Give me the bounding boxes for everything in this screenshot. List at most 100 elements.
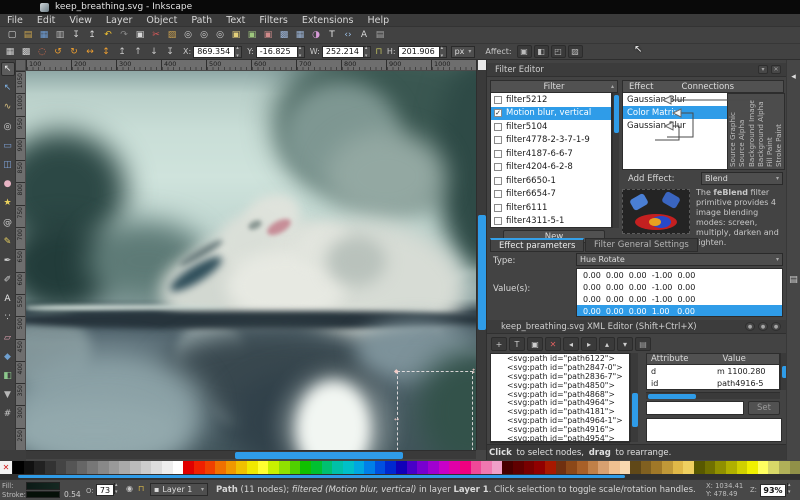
palette-swatch[interactable] bbox=[576, 461, 588, 474]
palette-swatch[interactable] bbox=[108, 461, 120, 474]
palette-swatch[interactable] bbox=[268, 461, 280, 474]
ellipse-tool-icon[interactable]: ● bbox=[1, 177, 15, 191]
copy-icon[interactable]: ▣ bbox=[133, 29, 147, 42]
xml-node[interactable]: <svg:path id="path4850"> bbox=[491, 381, 629, 390]
swatches-dialog-icon[interactable]: ▤ bbox=[787, 273, 800, 286]
fill-swatch[interactable] bbox=[26, 482, 60, 490]
dropper-tool-icon[interactable]: ▼ bbox=[1, 388, 15, 402]
palette-swatch[interactable] bbox=[768, 461, 780, 474]
palette-swatch[interactable] bbox=[34, 461, 45, 474]
group-icon[interactable]: ▩ bbox=[277, 29, 291, 42]
palette-swatch[interactable] bbox=[672, 461, 684, 474]
palette-swatch[interactable] bbox=[608, 461, 620, 474]
text-tool-icon[interactable]: A bbox=[1, 292, 15, 306]
filter-list-item[interactable]: filter6111 bbox=[491, 201, 611, 215]
gradient-tool-icon[interactable]: ◧ bbox=[1, 369, 15, 383]
attribute-value-textarea[interactable] bbox=[646, 418, 782, 442]
palette-swatch[interactable] bbox=[459, 461, 471, 474]
palette-swatch[interactable] bbox=[342, 461, 354, 474]
palette-swatch[interactable] bbox=[587, 461, 599, 474]
palette-swatch[interactable] bbox=[491, 461, 503, 474]
ruler-toggle-button[interactable] bbox=[478, 60, 486, 70]
dock-close-icon[interactable]: ● bbox=[771, 322, 781, 331]
node-tool-icon[interactable]: ↖ bbox=[1, 81, 15, 95]
duplicate-icon[interactable]: ▣ bbox=[229, 29, 243, 42]
palette-swatch[interactable] bbox=[449, 461, 460, 474]
palette-swatch[interactable] bbox=[427, 461, 439, 474]
xml-tree-vscrollbar[interactable] bbox=[630, 353, 638, 442]
menu-item[interactable]: File bbox=[0, 15, 30, 26]
selection-marquee[interactable]: ◆ ↕ ↔ ◆ bbox=[394, 368, 476, 450]
spiral-tool-icon[interactable]: @ bbox=[1, 216, 15, 230]
menu-item[interactable]: Object bbox=[139, 15, 184, 26]
tab-filter-general-settings[interactable]: Filter General Settings bbox=[585, 238, 698, 252]
flip-vertical-icon[interactable]: ↕ bbox=[99, 45, 113, 58]
move-node-up-icon[interactable]: ▴ bbox=[599, 337, 615, 351]
document-properties-icon[interactable]: ▤ bbox=[373, 29, 387, 42]
filter-checkbox[interactable] bbox=[494, 203, 502, 212]
palette-swatch[interactable] bbox=[151, 461, 162, 474]
set-attribute-button[interactable]: Set bbox=[748, 401, 780, 415]
palette-swatch[interactable] bbox=[66, 461, 77, 474]
ungroup-icon[interactable]: ▦ bbox=[293, 29, 307, 42]
zoom-tool-icon[interactable]: ◎ bbox=[1, 120, 15, 134]
palette-swatch[interactable] bbox=[704, 461, 716, 474]
y-input[interactable]: -16.825 bbox=[255, 45, 298, 58]
menu-item[interactable]: Extensions bbox=[295, 15, 361, 26]
palette-swatch[interactable] bbox=[87, 461, 99, 474]
x-spinner[interactable] bbox=[235, 45, 243, 59]
selector-tool-icon[interactable]: ↖ bbox=[0, 62, 15, 76]
menu-item[interactable]: Text bbox=[219, 15, 252, 26]
canvas-artwork[interactable]: ◆ ↕ ↔ ◆ bbox=[26, 71, 476, 450]
print-icon[interactable]: ▥ bbox=[53, 29, 67, 42]
filter-list-item[interactable]: filter5212 bbox=[491, 93, 611, 107]
xml-node[interactable]: <svg:path id="path4954"> bbox=[491, 434, 629, 441]
attribute-row[interactable]: id path4916-5 bbox=[647, 377, 779, 389]
palette-swatch[interactable] bbox=[236, 461, 248, 474]
stroke-swatch[interactable] bbox=[26, 491, 60, 498]
filter-checkbox[interactable] bbox=[494, 163, 502, 172]
opacity-spinner[interactable] bbox=[114, 483, 115, 494]
xml-node[interactable]: <svg:path id="path4181"> bbox=[491, 407, 629, 416]
new-element-node-icon[interactable]: + bbox=[491, 337, 507, 351]
filter-list-item[interactable]: filter5104 bbox=[491, 120, 611, 134]
color-matrix-values[interactable]: 0.00 0.00 0.00 -1.00 0.00 0.00 0.00 0.00 … bbox=[576, 268, 783, 317]
palette-swatch[interactable] bbox=[300, 461, 311, 474]
open-document-icon[interactable]: ▤ bbox=[21, 29, 35, 42]
filter-list-item[interactable]: filter4187-6-6-7 bbox=[491, 147, 611, 161]
palette-swatch[interactable] bbox=[779, 461, 790, 474]
import-icon[interactable]: ↧ bbox=[69, 29, 83, 42]
filter-list-scrollbar[interactable] bbox=[612, 93, 619, 228]
dock-iconify-icon[interactable]: ● bbox=[758, 322, 768, 331]
xml-node[interactable]: <svg:path id="path4868"> bbox=[491, 390, 629, 399]
selection-handle[interactable]: ◆ bbox=[394, 368, 399, 375]
filter-checkbox[interactable] bbox=[494, 149, 502, 158]
palette-swatch[interactable] bbox=[481, 461, 492, 474]
palette-swatch[interactable] bbox=[385, 461, 397, 474]
align-dialog-icon[interactable]: A bbox=[357, 29, 371, 42]
undo-icon[interactable]: ↶ bbox=[101, 29, 115, 42]
palette-swatch[interactable] bbox=[204, 461, 216, 474]
filter-checkbox[interactable] bbox=[494, 190, 502, 199]
palette-swatch[interactable] bbox=[566, 461, 577, 474]
tweak-tool-icon[interactable]: ∿ bbox=[1, 100, 15, 114]
attribute-table[interactable]: d m 1100.280 id path4916-5 bbox=[646, 365, 780, 390]
spray-tool-icon[interactable]: ∵ bbox=[1, 311, 15, 325]
xml-tree[interactable]: <svg:path id="path6122"> <svg:path id="pa… bbox=[490, 353, 630, 442]
xml-node[interactable]: <svg:path id="path2847-0"> bbox=[491, 363, 629, 372]
lower-to-bottom-icon[interactable]: ↧ bbox=[163, 45, 177, 58]
palette-swatch[interactable] bbox=[76, 461, 88, 474]
palette-swatch[interactable] bbox=[321, 461, 333, 474]
menu-item[interactable]: Filters bbox=[252, 15, 294, 26]
add-effect-dropdown[interactable]: Blend ▾ bbox=[701, 172, 783, 185]
y-spinner[interactable] bbox=[297, 45, 305, 59]
filter-checkbox[interactable] bbox=[494, 95, 502, 104]
select-all-layers-icon[interactable]: ▩ bbox=[19, 45, 33, 58]
attribute-row[interactable]: d m 1100.280 bbox=[647, 365, 779, 377]
menu-item[interactable]: View bbox=[62, 15, 99, 26]
pencil-tool-icon[interactable]: ✎ bbox=[1, 235, 15, 249]
box3d-tool-icon[interactable]: ◫ bbox=[1, 158, 15, 172]
deselect-icon[interactable]: ◌ bbox=[35, 45, 49, 58]
palette-swatch[interactable] bbox=[619, 461, 631, 474]
layer-selector[interactable]: ▪ Layer 1 ▾ bbox=[150, 483, 208, 496]
